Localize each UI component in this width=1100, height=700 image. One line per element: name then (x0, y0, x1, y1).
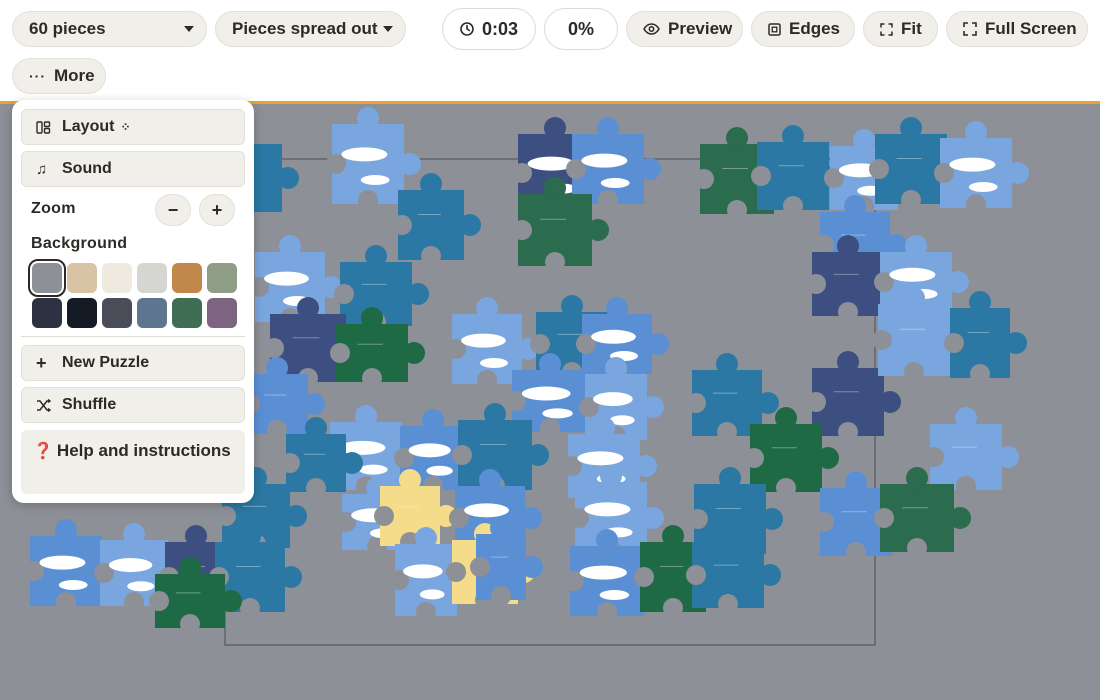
shuffle-icon (36, 398, 54, 412)
background-swatch[interactable] (207, 298, 237, 328)
background-swatch[interactable] (207, 263, 237, 293)
more-button[interactable]: ··· More (12, 58, 106, 94)
more-icon: ··· (29, 68, 46, 84)
background-label: Background (31, 235, 128, 252)
fit-icon (880, 22, 893, 36)
timer-value: 0:03 (481, 18, 519, 39)
background-swatch[interactable] (137, 298, 167, 328)
help-button[interactable]: ❓ Help and instructions (21, 430, 245, 494)
plus-icon: + (36, 352, 47, 373)
shuffle-button[interactable]: Shuffle (21, 387, 245, 423)
puzzle-piece[interactable] (944, 291, 1027, 384)
zoom-out-button[interactable]: − (155, 194, 191, 226)
edges-label: Edges (789, 19, 841, 38)
chevron-down-icon (184, 26, 194, 32)
shuffle-label: Shuffle (62, 396, 117, 413)
music-note-icon: ♫ (36, 160, 48, 178)
background-swatch[interactable] (67, 263, 97, 293)
background-swatch[interactable] (28, 259, 66, 297)
preview-button[interactable]: Preview (626, 11, 743, 47)
background-swatch[interactable] (172, 263, 202, 293)
edges-button[interactable]: Edges (751, 11, 855, 47)
background-swatch[interactable] (102, 298, 132, 328)
help-question-icon: ❓ (33, 443, 53, 460)
progress-display: 0% (544, 8, 618, 50)
more-label: More (54, 66, 95, 85)
layout-label: Layout (62, 118, 115, 135)
layout-select[interactable]: Pieces spread out (215, 11, 406, 47)
full-screen-button[interactable]: Full Screen (946, 11, 1088, 47)
background-swatch[interactable] (102, 263, 132, 293)
eye-icon (643, 23, 660, 35)
progress-value: 0% (567, 18, 594, 39)
help-label: Help and instructions (56, 441, 231, 460)
fit-button[interactable]: Fit (863, 11, 938, 47)
puzzle-piece[interactable] (934, 121, 1029, 214)
puzzle-piece[interactable] (924, 407, 1019, 496)
preview-label: Preview (668, 19, 733, 38)
sparkle-icon: ⁘ (120, 120, 131, 134)
pieces-count-value: 60 pieces (29, 19, 106, 38)
background-swatch[interactable] (67, 298, 97, 328)
fit-label: Fit (901, 19, 922, 38)
puzzle-piece[interactable] (392, 173, 481, 266)
new-puzzle-label: New Puzzle (62, 354, 150, 371)
layout-icon (36, 120, 54, 134)
background-swatch[interactable] (172, 298, 202, 328)
sound-button[interactable]: ♫ Sound (21, 151, 245, 187)
layout-button[interactable]: Layout ⁘ (21, 109, 245, 145)
background-swatch[interactable] (137, 263, 167, 293)
more-menu-panel: Layout ⁘ ♫ Sound Zoom − + Background + N… (12, 100, 254, 503)
toolbar: 60 pieces Pieces spread out 0:03 0% Prev… (0, 0, 1100, 104)
full-screen-label: Full Screen (985, 19, 1077, 38)
zoom-in-button[interactable]: + (199, 194, 235, 226)
clock-icon (460, 22, 474, 36)
zoom-label: Zoom (31, 200, 76, 217)
divider (21, 336, 245, 337)
sound-label: Sound (62, 160, 112, 177)
fullscreen-icon (963, 22, 977, 36)
chevron-down-icon (383, 26, 393, 32)
background-swatch[interactable] (32, 298, 62, 328)
layout-select-value: Pieces spread out (232, 19, 378, 38)
new-puzzle-button[interactable]: + New Puzzle (21, 345, 245, 381)
edges-icon (768, 22, 781, 36)
pieces-count-select[interactable]: 60 pieces (12, 11, 207, 47)
timer-display: 0:03 (442, 8, 536, 50)
